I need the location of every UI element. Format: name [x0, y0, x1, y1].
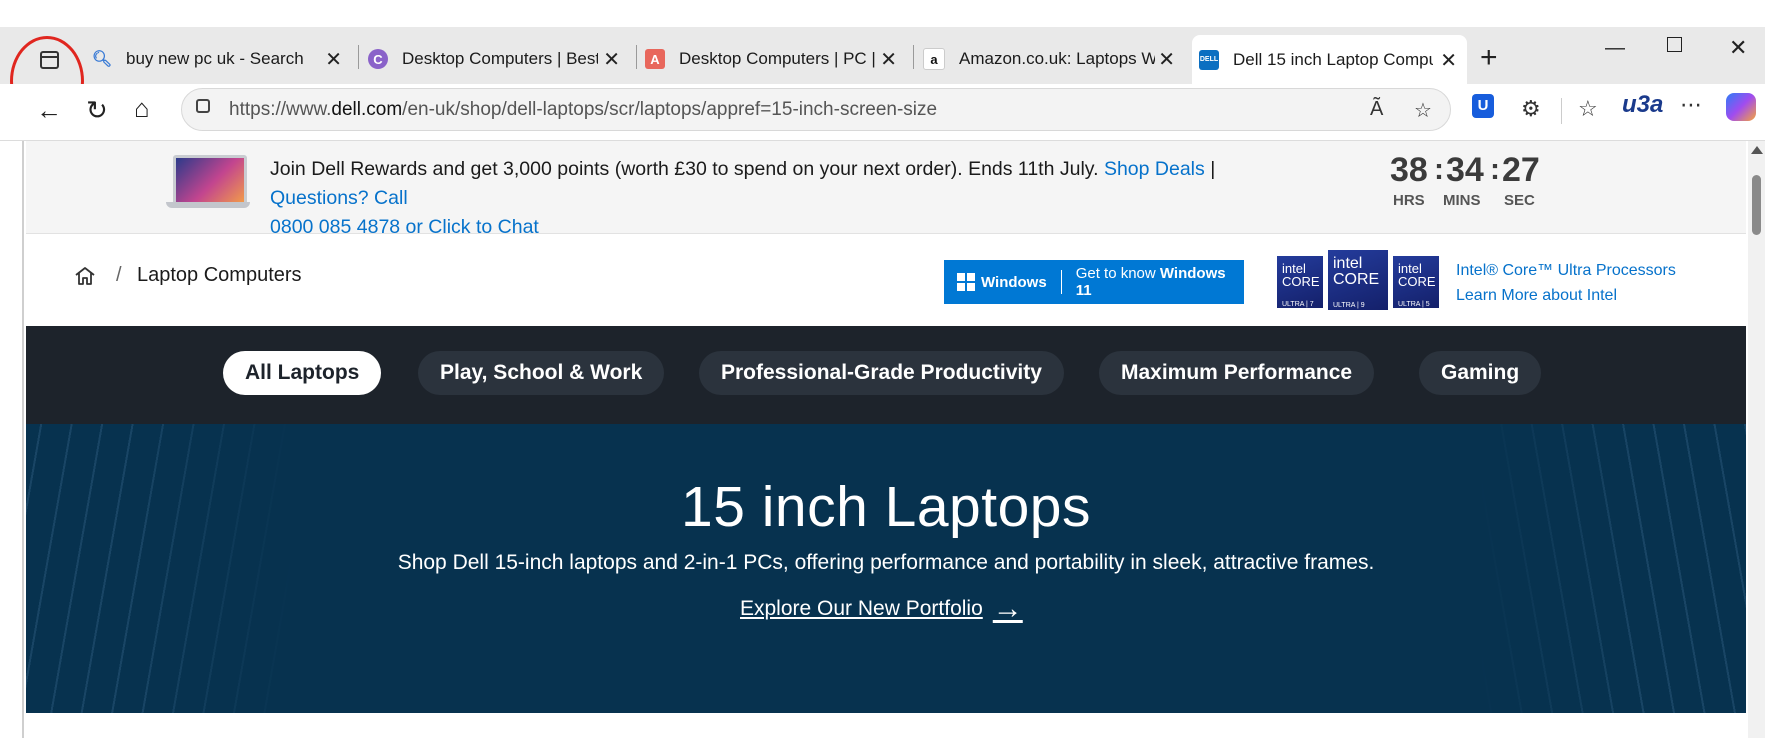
a-logo-icon: A [645, 49, 665, 69]
intel-processors-link[interactable]: Intel® Core™ Ultra Processors [1456, 258, 1676, 283]
back-arrow-icon[interactable]: ← [36, 95, 62, 126]
maximize-icon[interactable] [1667, 37, 1682, 52]
address-toolbar: ← ↻ ⌂ https://www.dell.com/en-uk/shop/de… [0, 84, 1765, 141]
page-content: Join Dell Rewards and get 3,000 points (… [26, 141, 1746, 738]
countdown-seconds: 27 [1502, 151, 1540, 189]
countdown-colon: : [1490, 153, 1500, 186]
toolbar-divider [1561, 98, 1562, 124]
sidebar-toggle-button[interactable] [30, 43, 68, 77]
countdown-colon: : [1434, 153, 1444, 186]
close-tab-icon[interactable]: ✕ [880, 47, 897, 72]
new-tab-button[interactable]: + [1480, 41, 1498, 75]
tab-title: buy new pc uk - Search [126, 49, 304, 68]
windows-cta: Get to know Windows 11 [1075, 265, 1226, 299]
category-professional-productivity[interactable]: Professional-Grade Productivity [699, 351, 1064, 395]
tab-dell-active[interactable]: DELL Dell 15 inch Laptop Compu ✕ [1192, 35, 1467, 84]
extensions-icon[interactable]: ⚙ [1521, 96, 1541, 122]
breadcrumb-row: / Laptop Computers Windows Get to know W… [26, 234, 1746, 326]
seconds-label: SEC [1504, 192, 1535, 209]
category-gaming[interactable]: Gaming [1419, 351, 1542, 395]
tab-divider [636, 45, 637, 69]
scroll-thumb[interactable] [1752, 175, 1761, 235]
page-scrollbar[interactable] [1748, 141, 1765, 738]
url-text: https://www.dell.com/en-uk/shop/dell-lap… [229, 99, 938, 120]
close-tab-icon[interactable]: ✕ [1158, 47, 1175, 72]
minutes-label: MINS [1443, 192, 1481, 209]
intel-core-ultra-9-badge: intel CORE ULTRA | 9 [1328, 250, 1388, 310]
c-logo-icon: C [368, 49, 388, 69]
minimize-icon[interactable]: — [1605, 37, 1625, 60]
shop-deals-link[interactable]: Shop Deals [1104, 158, 1205, 180]
close-window-icon[interactable]: ✕ [1729, 35, 1747, 61]
favorite-star-icon[interactable]: ☆ [1414, 98, 1432, 123]
category-nav: All Laptops Play, School & Work Professi… [26, 326, 1746, 424]
tab-title: Dell 15 inch Laptop Compu [1233, 49, 1433, 69]
refresh-icon[interactable]: ↻ [86, 95, 108, 126]
tab-bar: 🔍︎ buy new pc uk - Search ✕ C Desktop Co… [0, 27, 1765, 126]
tab-divider [358, 45, 359, 69]
home-icon[interactable]: ⌂ [134, 93, 150, 124]
questions-call-link[interactable]: Questions? Call [270, 187, 408, 209]
close-tab-icon[interactable]: ✕ [603, 47, 620, 72]
rewards-text: Join Dell Rewards and get 3,000 points (… [270, 155, 1270, 242]
tab-divider [913, 45, 914, 69]
countdown-hours: 38 [1390, 151, 1428, 189]
page-left-border [22, 141, 24, 738]
url-field[interactable]: https://www.dell.com/en-uk/shop/dell-lap… [181, 88, 1451, 131]
hero-title: 15 inch Laptops [681, 475, 1091, 539]
countdown-minutes: 34 [1446, 151, 1484, 189]
favorites-icon[interactable]: ☆ [1578, 96, 1598, 122]
windows-divider [1060, 270, 1062, 294]
windows-label: Windows [981, 273, 1047, 291]
read-aloud-icon[interactable]: Ã [1370, 98, 1383, 121]
tab-amazon[interactable]: a Amazon.co.uk: Laptops Wi ✕ [923, 39, 1185, 79]
dell-icon: DELL [1199, 49, 1219, 70]
windows-logo-icon [957, 273, 975, 291]
scroll-up-icon[interactable] [1751, 146, 1763, 154]
learn-more-intel-link[interactable]: Learn More about Intel [1456, 283, 1676, 308]
rewards-message: Join Dell Rewards and get 3,000 points (… [270, 158, 1099, 180]
tab-desktop-pc[interactable]: A Desktop Computers | PC | ✕ [645, 39, 907, 79]
tab-title: Desktop Computers | PC | [679, 49, 875, 68]
explore-portfolio-link[interactable]: Explore Our New Portfolio → [740, 592, 1023, 626]
right-arrow-icon: → [992, 592, 1023, 625]
site-info-icon[interactable] [196, 99, 210, 113]
explore-link-text: Explore Our New Portfolio [740, 597, 983, 620]
tab-title: Amazon.co.uk: Laptops Wi [959, 49, 1155, 68]
laptop-base [166, 202, 250, 208]
category-all-laptops[interactable]: All Laptops [223, 351, 382, 395]
amazon-icon: a [923, 48, 945, 70]
close-tab-icon[interactable]: ✕ [325, 47, 342, 72]
laptop-image [173, 155, 247, 205]
breadcrumb-separator: / [116, 264, 122, 286]
tab-desktop-best[interactable]: C Desktop Computers | Best ✕ [368, 39, 630, 79]
u3a-extension-icon[interactable]: u3a [1622, 91, 1663, 119]
rewards-banner: Join Dell Rewards and get 3,000 points (… [26, 141, 1746, 238]
search-icon: 🔍︎ [91, 51, 113, 68]
sidebar-panel-icon [39, 51, 59, 69]
hero-banner: 15 inch Laptops Shop Dell 15-inch laptop… [26, 424, 1746, 713]
more-menu-icon[interactable]: ⋯ [1680, 92, 1702, 118]
category-maximum-performance[interactable]: Maximum Performance [1099, 351, 1375, 395]
close-tab-icon[interactable]: ✕ [1440, 48, 1457, 73]
intel-core-ultra-5-badge: intel CORE ULTRA | 5 [1393, 256, 1439, 308]
intel-links: Intel® Core™ Ultra Processors Learn More… [1456, 258, 1676, 308]
windows11-banner[interactable]: Windows Get to know Windows 11 [944, 260, 1244, 304]
hours-label: HRS [1393, 192, 1425, 209]
breadcrumb-current: Laptop Computers [137, 264, 302, 286]
breadcrumb-home-icon[interactable] [74, 266, 96, 286]
copilot-icon[interactable] [1726, 93, 1756, 121]
tab-search[interactable]: 🔍︎ buy new pc uk - Search ✕ [92, 39, 352, 79]
category-play-school-work[interactable]: Play, School & Work [418, 351, 665, 395]
tab-title: Desktop Computers | Best [402, 49, 598, 68]
bitwarden-icon[interactable]: U [1472, 94, 1494, 118]
intel-core-ultra-7-badge: intel CORE ULTRA | 7 [1277, 256, 1323, 308]
hero-subtitle: Shop Dell 15-inch laptops and 2-in-1 PCs… [397, 551, 1375, 574]
link-separator: | [1210, 158, 1216, 180]
